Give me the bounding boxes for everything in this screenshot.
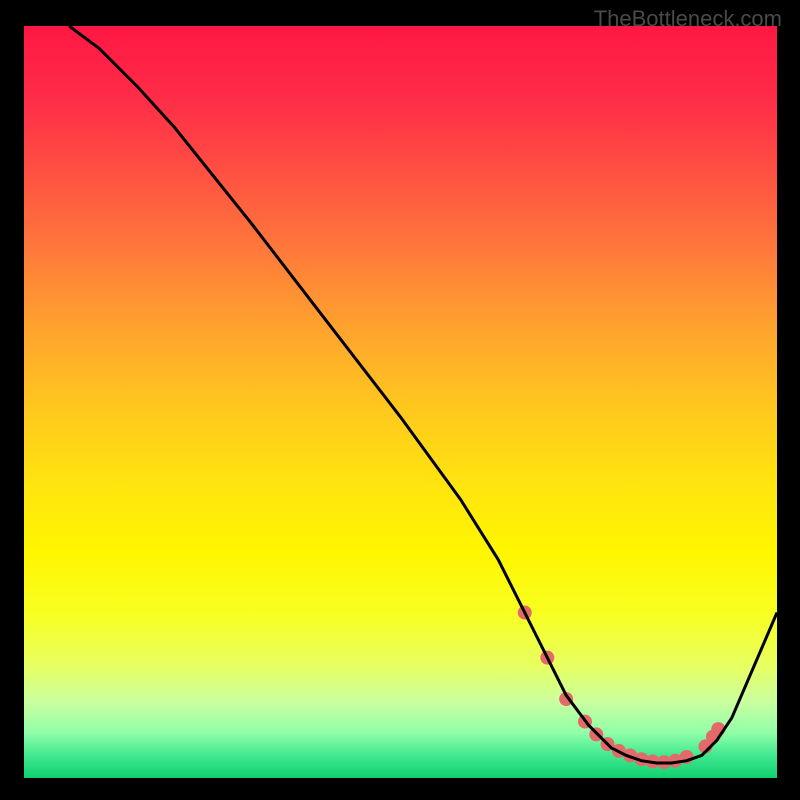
chart-plot-area xyxy=(24,26,777,778)
bottleneck-curve xyxy=(69,26,777,763)
chart-curve-layer xyxy=(24,26,777,778)
watermark-text: TheBottleneck.com xyxy=(594,6,782,32)
chart-markers xyxy=(518,606,726,770)
